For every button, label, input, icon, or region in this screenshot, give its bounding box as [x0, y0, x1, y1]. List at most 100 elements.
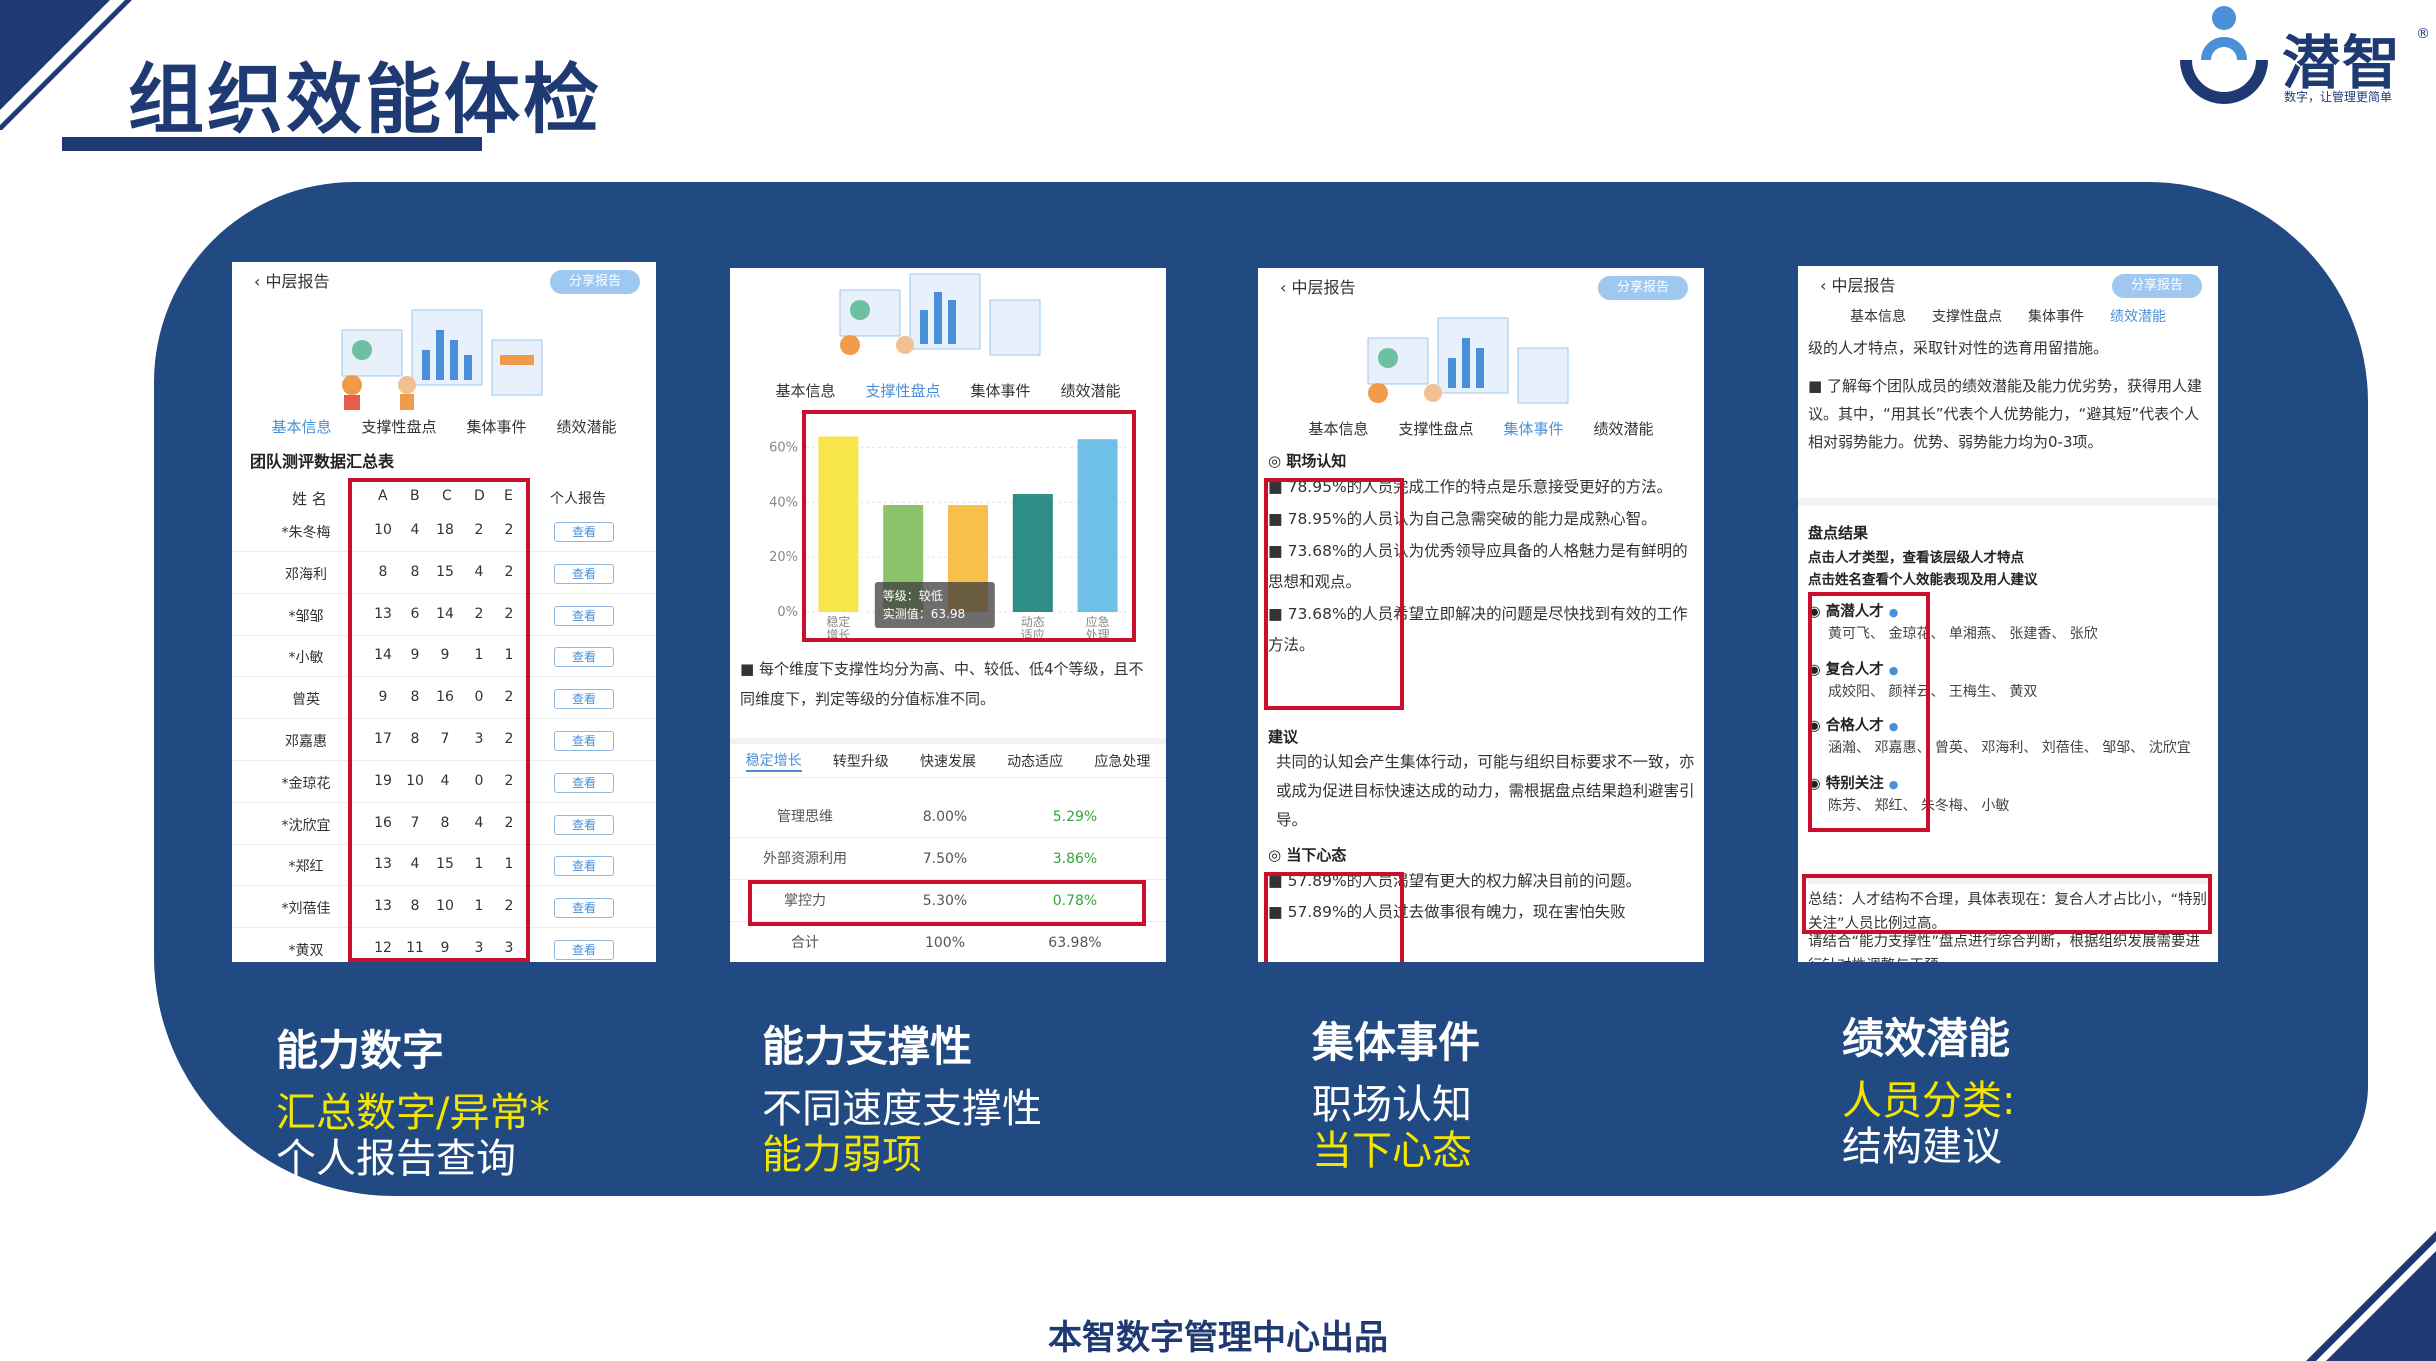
card2-tabs: 基本信息 支撑性盘点 集体事件 绩效潜能 — [730, 380, 1166, 401]
back-button[interactable]: ‹ 中层报告 — [254, 268, 330, 292]
title-underline — [62, 137, 482, 151]
view-report-button[interactable]: 查看 — [554, 940, 614, 960]
col-name-header: 姓 名 — [292, 490, 327, 508]
row-name: *邹邹 — [288, 608, 324, 625]
caption-heading: 集体事件 — [1312, 1018, 1481, 1067]
report-illustration — [341, 309, 543, 410]
subtab-stable-growth[interactable]: 稳定增长 — [745, 750, 802, 772]
y-tick-label: 40% — [769, 495, 798, 510]
bullet-icon: ■ — [740, 660, 759, 678]
row-name: *朱冬梅 — [281, 525, 331, 541]
y-tick-label: 0% — [777, 605, 798, 620]
item-name: 管理思维 — [777, 809, 833, 825]
card-collective-events: ‹ 中层报告 分享报告 基本信息 支撑性盘点 集体事件 绩效潜能 ◎ 职场认知 … — [1258, 268, 1704, 962]
subtab-emergency[interactable]: 应急处理 — [1094, 751, 1150, 771]
y-tick-label: 60% — [769, 440, 798, 455]
intro-text-1: 级的人才特点，采取针对性的选育用留措施。 — [1808, 339, 2109, 357]
row-name: *小敏 — [288, 650, 324, 667]
section-current-mindset: ◎ 当下心态 — [1268, 846, 1347, 864]
tab-support[interactable]: 支撑性盘点 — [1398, 418, 1473, 439]
tab-basic-info[interactable]: 基本信息 — [271, 416, 331, 437]
view-report-button[interactable]: 查看 — [554, 814, 614, 835]
suggestion-title: 建议 — [1268, 728, 1299, 746]
tab-support[interactable]: 支撑性盘点 — [1932, 306, 2002, 326]
chevron-left-icon: ‹ — [1280, 278, 1292, 297]
view-report-button[interactable]: 查看 — [554, 898, 614, 919]
highlight-box-talent-labels — [1808, 592, 1930, 832]
caption-line-2: 能力弱项 — [762, 1132, 922, 1178]
caption-line-2: 结构建议 — [1842, 1124, 2002, 1170]
tab-basic-info[interactable]: 基本信息 — [775, 380, 835, 401]
card-ability-numbers: ‹ 中层报告 分享报告 基本信息 支撑性盘点 集体事件 绩效潜能 团队测评数据汇… — [232, 262, 656, 962]
card-header: ‹ 中层报告 分享报告 — [1798, 266, 2218, 302]
view-report-button[interactable]: 查看 — [554, 605, 614, 626]
chevron-left-icon: ‹ — [254, 272, 266, 291]
share-report-button[interactable]: 分享报告 — [550, 270, 640, 294]
tab-collective-events[interactable]: 集体事件 — [1504, 418, 1564, 439]
tab-basic-info[interactable]: 基本信息 — [1850, 306, 1906, 326]
col-report-header: 个人报告 — [550, 491, 606, 507]
tab-basic-info[interactable]: 基本信息 — [1308, 418, 1368, 439]
page-title: 组织效能体检 — [128, 55, 602, 144]
card-performance-potential: ‹ 中层报告 分享报告 基本信息 支撑性盘点 集体事件 绩效潜能 级的人才特点，… — [1798, 266, 2218, 962]
card3-tabs: 基本信息 支撑性盘点 集体事件 绩效潜能 — [1258, 418, 1704, 439]
highlight-box-chart — [802, 410, 1136, 642]
card1-tabs: 基本信息 支撑性盘点 集体事件 绩效潜能 — [232, 416, 656, 437]
view-report-button[interactable]: 查看 — [554, 647, 614, 668]
tab-collective-events[interactable]: 集体事件 — [971, 380, 1031, 401]
item-name: 外部资源利用 — [763, 851, 847, 867]
target-icon: ◎ — [1268, 846, 1287, 864]
result-title: 盘点结果 — [1808, 524, 1869, 542]
caption-1: 能力数字 汇总数字/异常* 个人报告查询 — [276, 1028, 550, 1183]
tab-collective-events[interactable]: 集体事件 — [467, 416, 527, 437]
bullet-icon: ■ — [1808, 377, 1827, 395]
highlight-box-mindset — [1264, 872, 1404, 962]
view-report-button[interactable]: 查看 — [554, 856, 614, 877]
logo-icon — [2180, 6, 2268, 104]
subtab-fast-growth[interactable]: 快速发展 — [920, 751, 976, 771]
row-name: *黄双 — [288, 943, 324, 959]
view-report-button[interactable]: 查看 — [554, 563, 614, 584]
content-panel: ‹ 中层报告 分享报告 基本信息 支撑性盘点 集体事件 绩效潜能 团队测评数据汇… — [154, 182, 2368, 1196]
tab-performance[interactable]: 绩效潜能 — [1594, 418, 1654, 439]
divider — [1798, 498, 2218, 506]
caption-line-2: 当下心态 — [1312, 1128, 1472, 1174]
caption-line-1: 汇总数字/异常* — [276, 1090, 550, 1136]
view-report-button[interactable]: 查看 — [554, 689, 614, 710]
intro-text-2: ■ 了解每个团队成员的绩效潜能及能力优劣势，获得用人建议。其中，“用其长”代表个… — [1808, 377, 2202, 451]
subtab-dynamic[interactable]: 动态适应 — [1007, 751, 1063, 771]
footer-credit: 本智数字管理中心出品 — [1048, 1318, 1388, 1358]
top-left-corner-decoration — [0, 0, 132, 130]
highlight-box-scores — [348, 478, 530, 962]
item-weight: 100% — [924, 935, 966, 951]
chevron-left-icon: ‹ — [1820, 276, 1832, 295]
share-report-button[interactable]: 分享报告 — [2112, 274, 2202, 298]
tab-support[interactable]: 支撑性盘点 — [361, 416, 436, 437]
hint-2: 点击姓名查看个人效能表现及用人建议 — [1808, 572, 2038, 588]
back-button[interactable]: ‹ 中层报告 — [1820, 272, 1896, 296]
caption-3: 集体事件 职场认知 当下心态 — [1312, 1018, 1481, 1175]
back-button[interactable]: ‹ 中层报告 — [1280, 274, 1356, 298]
card-header: ‹ 中层报告 分享报告 — [232, 262, 656, 298]
share-report-button[interactable]: 分享报告 — [1598, 276, 1688, 300]
report-illustration — [839, 273, 1041, 356]
tab-performance[interactable]: 绩效潜能 — [557, 416, 617, 437]
tab-support[interactable]: 支撑性盘点 — [865, 380, 940, 401]
section-title: 团队测评数据汇总表 — [250, 452, 395, 471]
subtab-transform[interactable]: 转型升级 — [833, 751, 889, 771]
view-report-button[interactable]: 查看 — [554, 772, 614, 793]
tab-performance[interactable]: 绩效潜能 — [2110, 306, 2166, 326]
tab-collective-events[interactable]: 集体事件 — [2028, 306, 2084, 326]
tab-performance[interactable]: 绩效潜能 — [1061, 380, 1121, 401]
view-report-button[interactable]: 查看 — [554, 731, 614, 751]
row-name: 邓嘉惠 — [285, 734, 327, 750]
item-weight: 8.00% — [922, 809, 968, 825]
row-name: *刘蓓佳 — [281, 901, 331, 918]
highlight-box-summary — [1802, 874, 2212, 934]
section-workplace-cognition: ◎ 职场认知 — [1268, 452, 1347, 470]
card4-tabs: 基本信息 支撑性盘点 集体事件 绩效潜能 — [1798, 306, 2218, 326]
table-row: 管理思维 8.00% 5.29% — [730, 796, 1166, 838]
view-report-button[interactable]: 查看 — [554, 522, 614, 542]
logo: 潜智 ® 数字，让管理更简单 — [2166, 0, 2430, 110]
caption-line-2: 个人报告查询 — [276, 1136, 516, 1182]
